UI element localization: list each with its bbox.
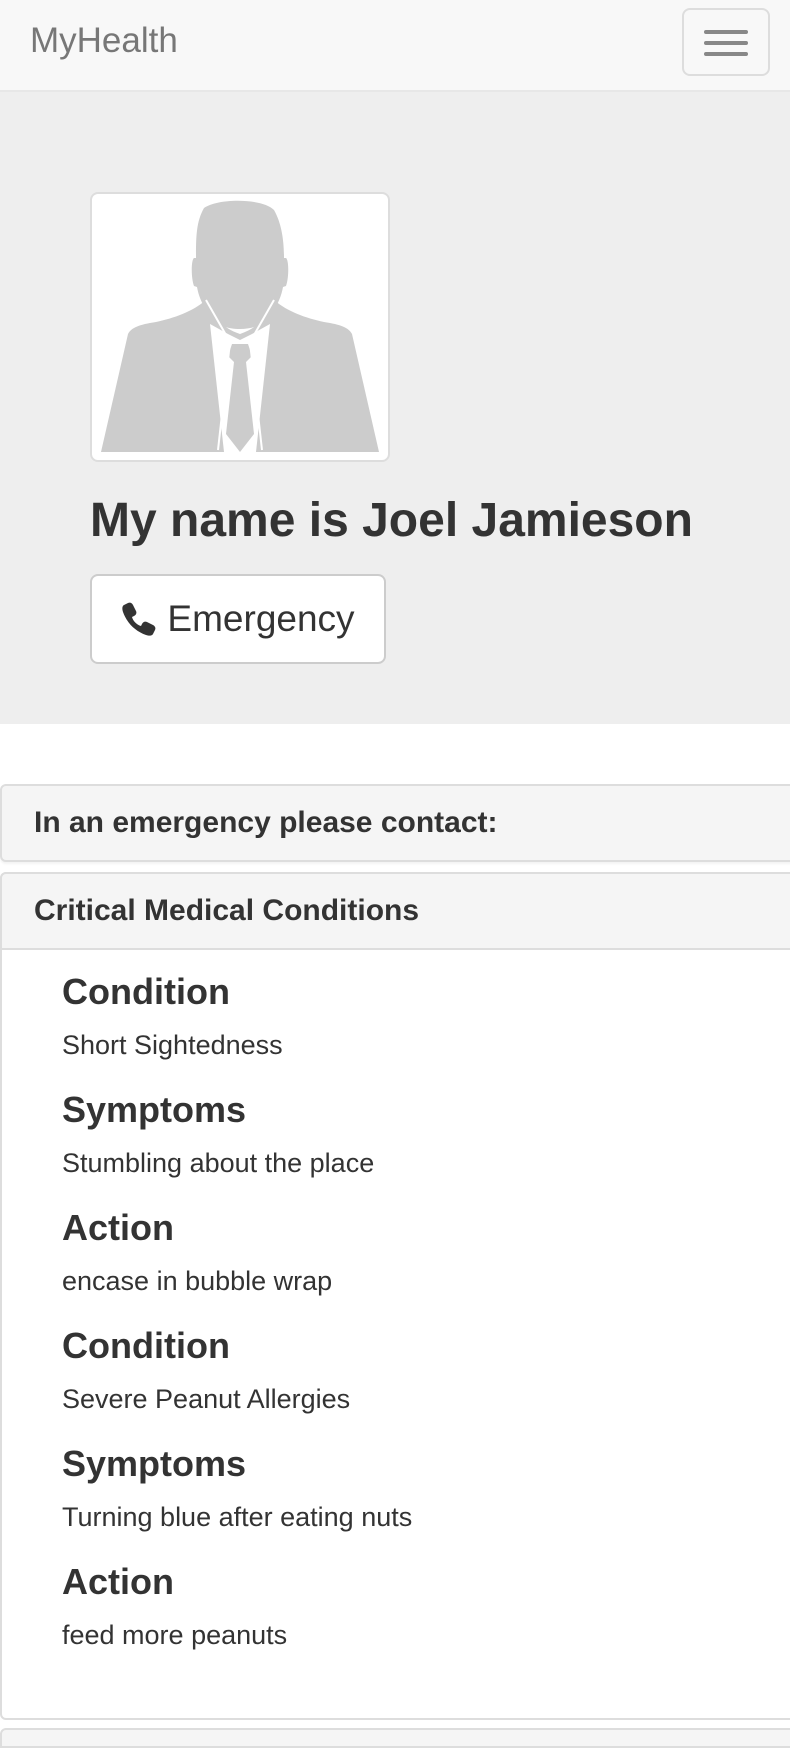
medical-conditions-panel: Critical Medical Conditions Condition Sh… [0,872,790,1720]
medical-conditions-panel-heading[interactable]: Critical Medical Conditions [0,872,790,950]
condition-entry: Action encase in bubble wrap [62,1206,762,1298]
page-title: My name is Joel Jamieson [90,494,693,547]
entry-value: Short Sightedness [62,1030,283,1060]
entry-label: Condition [62,971,230,1012]
condition-entry: Symptoms Stumbling about the place [62,1088,762,1180]
emergency-button-label: Emergency [167,598,355,639]
entry-value: encase in bubble wrap [62,1266,333,1296]
emergency-contact-panel-heading[interactable]: In an emergency please contact: [0,784,790,862]
hamburger-icon-bar [704,41,748,45]
emergency-contact-panel-title: In an emergency please contact: [34,806,498,839]
condition-entry: Condition Short Sightedness [62,970,762,1062]
avatar [90,192,390,462]
hamburger-icon-bar [704,52,748,56]
condition-entry: Condition Severe Peanut Allergies [62,1324,762,1416]
hamburger-icon [704,30,748,34]
person-silhouette-icon [101,200,379,452]
profile-jumbotron: My name is Joel Jamieson Emergency [0,92,790,724]
navbar: MyHealth [0,0,790,92]
condition-entry: Action feed more peanuts [62,1560,762,1652]
next-panel-heading[interactable] [0,1728,790,1748]
entry-value: feed more peanuts [62,1620,288,1650]
entry-value: Severe Peanut Allergies [62,1384,351,1414]
menu-toggle-button[interactable] [682,8,770,76]
entry-value: Stumbling about the place [62,1148,375,1178]
entry-label: Condition [62,1325,230,1366]
entry-label: Action [62,1561,174,1602]
entry-label: Symptoms [62,1089,247,1130]
entry-label: Symptoms [62,1443,247,1484]
brand-link[interactable]: MyHealth [30,20,178,62]
entry-value: Turning blue after eating nuts [62,1502,413,1532]
entry-label: Action [62,1207,174,1248]
medical-conditions-panel-title: Critical Medical Conditions [34,894,420,927]
phone-icon [122,602,156,636]
condition-entry: Symptoms Turning blue after eating nuts [62,1442,762,1534]
emergency-button[interactable]: Emergency [90,574,386,664]
